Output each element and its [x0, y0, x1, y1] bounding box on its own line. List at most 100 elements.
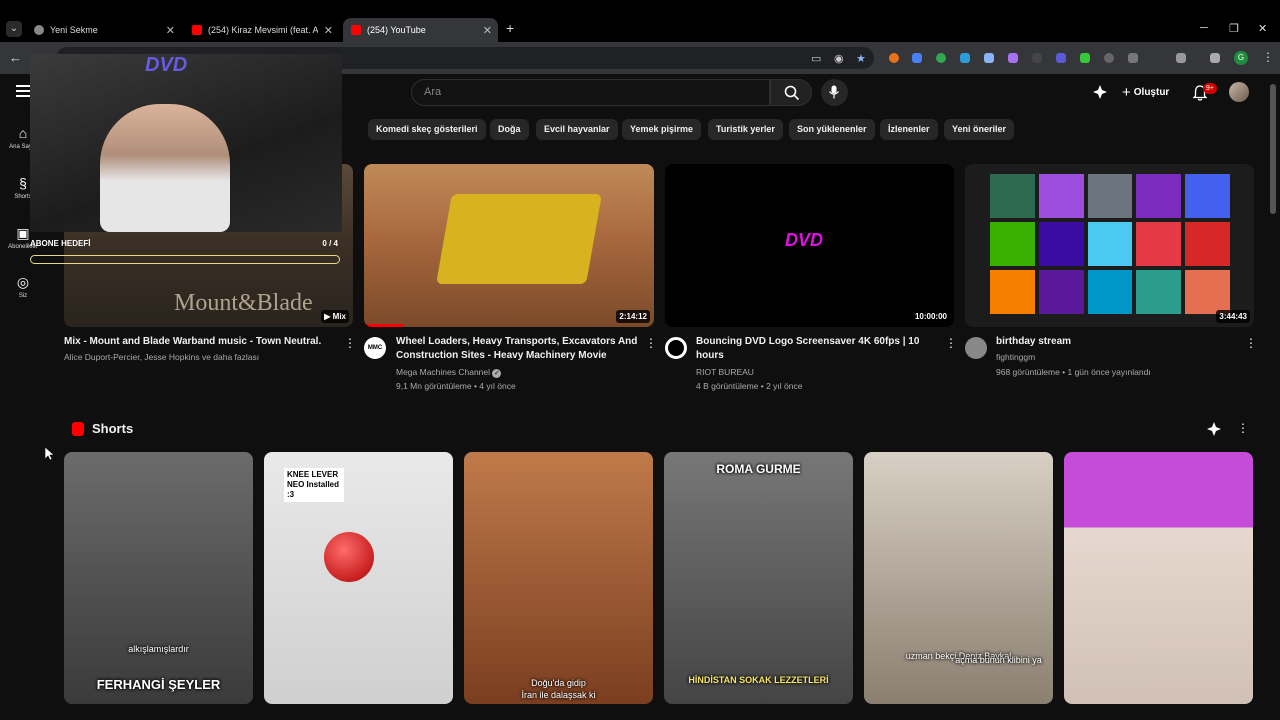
video-thumbnail[interactable]: DVD 10:00:00 [665, 164, 954, 327]
video-options-icon[interactable]: ⋮ [645, 336, 657, 350]
maximize-icon[interactable]: ❐ [1229, 22, 1239, 35]
shorts-options-icon[interactable]: ⋮ [1237, 421, 1249, 435]
extension-icon[interactable] [1128, 53, 1138, 63]
video-options-icon[interactable]: ⋮ [945, 336, 957, 350]
sparkle-icon[interactable] [1093, 85, 1107, 104]
chip-recently-uploaded[interactable]: Son yüklenenler [789, 119, 875, 140]
video-channel[interactable]: Mega Machines Channel ✓ [396, 365, 502, 379]
video-stats: 968 görüntüleme • 1 gün önce yayınlandı [996, 367, 1151, 377]
new-tab-button[interactable]: + [506, 20, 514, 36]
short-item[interactable]: ROMA GURME HİNDİSTAN SOKAK LEZZETLERİ [664, 452, 853, 704]
video-title[interactable]: Wheel Loaders, Heavy Transports, Excavat… [396, 335, 642, 363]
short-item[interactable] [1064, 452, 1253, 704]
eye-off-icon[interactable]: ◉ [834, 52, 844, 65]
dvd-logo: DVD [785, 230, 824, 250]
tab-search-button[interactable]: ⌄ [6, 21, 22, 37]
shorts-section-header: Shorts [72, 421, 133, 436]
mix-badge: ▶ Mix [321, 310, 349, 323]
chip-pets[interactable]: Evcil hayvanlar [536, 119, 618, 140]
extension-icon[interactable] [1056, 53, 1066, 63]
short-caption: alkışlamışlardır [128, 644, 189, 654]
extensions-puzzle-icon[interactable] [1176, 53, 1186, 63]
short-caption: ROMA GURME [716, 462, 801, 476]
streamer-figure [100, 104, 230, 232]
tab-kiraz-mevsimi[interactable]: (254) Kiraz Mevsimi (feat. Aydil… ✕ [184, 18, 339, 42]
notification-count-badge: 9+ [1203, 83, 1217, 94]
watch-progress-bar [364, 324, 404, 327]
thumbnail-logo-text: Mount&Blade [174, 290, 313, 316]
minimize-icon[interactable]: ─ [1200, 22, 1208, 34]
close-tab-icon[interactable]: ✕ [166, 24, 175, 37]
search-input[interactable]: Ara [411, 79, 770, 106]
video-channel[interactable]: fightinggm [996, 350, 1035, 364]
youtube-icon [192, 25, 202, 35]
bookmark-star-icon[interactable]: ★ [856, 52, 866, 65]
channel-avatar[interactable] [665, 337, 687, 359]
cast-icon[interactable]: ▭ [811, 52, 821, 65]
tab-youtube[interactable]: (254) YouTube ✕ [343, 18, 498, 42]
video-title[interactable]: Bouncing DVD Logo Screensaver 4K 60fps |… [696, 335, 936, 363]
search-button[interactable] [770, 79, 812, 106]
extension-icon[interactable] [1104, 53, 1114, 63]
extension-icon[interactable] [1032, 53, 1042, 63]
video-thumbnail[interactable]: 2:14:12 [364, 164, 654, 327]
short-item[interactable]: Doğu'da gidip İran ile dalaşsak ki [464, 452, 653, 704]
video-stats: 9,1 Mn görüntüleme • 4 yıl önce [396, 381, 516, 391]
tab-new-tab[interactable]: Yeni Sekme ✕ [26, 18, 181, 42]
short-caption: HİNDİSTAN SOKAK LEZZETLERİ [688, 675, 829, 685]
verified-check-icon: ✓ [492, 369, 502, 378]
chip-tourism[interactable]: Turistik yerler [708, 119, 783, 140]
goal-progress-bar [30, 255, 340, 264]
chip-cooking[interactable]: Yemek pişirme [622, 119, 702, 140]
dvd-logo: DVD [145, 54, 188, 76]
extension-icon[interactable] [1008, 53, 1018, 63]
reading-list-icon[interactable] [1210, 53, 1220, 63]
sparkle-icon[interactable] [1207, 422, 1221, 441]
mouse-cursor-icon [45, 447, 55, 461]
video-title[interactable]: Mix - Mount and Blade Warband music - To… [64, 335, 334, 349]
shorts-logo-icon [72, 421, 84, 436]
browser-menu-icon[interactable]: ⋮ [1262, 50, 1274, 64]
search-icon [784, 85, 800, 101]
extension-icon[interactable] [960, 53, 970, 63]
extension-icon[interactable] [889, 53, 899, 63]
close-tab-icon[interactable]: ✕ [324, 24, 333, 37]
sidebar-item-you[interactable]: ◎ Siz [0, 274, 46, 299]
create-button[interactable]: + Oluştur [1122, 84, 1169, 101]
short-item[interactable]: KNEE LEVER NEO Installed :3 [264, 452, 453, 704]
short-item[interactable]: uzman bekçi Deniz Baykal açma bunun klib… [864, 452, 1053, 704]
plus-icon: + [1122, 84, 1131, 101]
profile-avatar[interactable]: G [1234, 51, 1248, 65]
extension-icon[interactable] [1080, 53, 1090, 63]
short-item[interactable]: alkışlamışlardır FERHANGİ ŞEYLER [64, 452, 253, 704]
video-title[interactable]: birthday stream [996, 335, 1236, 349]
extension-icon[interactable] [984, 53, 994, 63]
video-channel[interactable]: RIOT BUREAU [696, 365, 754, 379]
close-tab-icon[interactable]: ✕ [483, 24, 492, 37]
browser-tabstrip: ⌄ Yeni Sekme ✕ (254) Kiraz Mevsimi (feat… [0, 0, 1280, 42]
channel-avatar[interactable] [965, 337, 987, 359]
short-caption: açma bunun klibini ya [955, 655, 1042, 665]
voice-search-button[interactable] [821, 79, 848, 106]
game-grid [990, 174, 1230, 314]
you-icon: ◎ [16, 274, 30, 290]
video-options-icon[interactable]: ⋮ [344, 336, 356, 350]
window-close-icon[interactable]: ✕ [1258, 22, 1267, 35]
channel-avatar[interactable]: MMC [364, 337, 386, 359]
chip-new-to-you[interactable]: Yeni öneriler [944, 119, 1015, 140]
goal-count: 0 / 4 [322, 239, 338, 248]
chip-watched[interactable]: İzlenenler [880, 119, 938, 140]
extension-icon[interactable] [912, 53, 922, 63]
chip-nature[interactable]: Doğa [490, 119, 529, 140]
extension-icon[interactable] [936, 53, 946, 63]
short-caption: KNEE LEVER NEO Installed :3 [284, 468, 344, 502]
video-channel[interactable]: Alice Duport-Percier, Jesse Hopkins ve d… [64, 350, 259, 364]
chip-comedy[interactable]: Komedi skeç gösterileri [368, 119, 486, 140]
user-avatar[interactable] [1229, 82, 1249, 102]
video-options-icon[interactable]: ⋮ [1245, 336, 1257, 350]
webcam-overlay: DVD [30, 54, 342, 232]
back-arrow-icon[interactable]: ← [9, 50, 22, 65]
page-scrollbar[interactable] [1270, 84, 1276, 214]
video-duration: 2:14:12 [616, 310, 650, 323]
video-thumbnail[interactable]: 3:44:43 [965, 164, 1254, 327]
